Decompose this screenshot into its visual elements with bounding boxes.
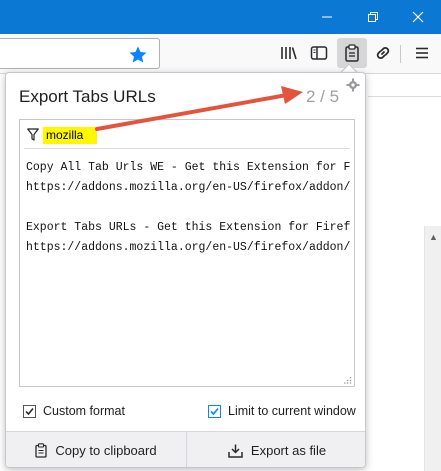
clipboard-icon <box>35 443 48 458</box>
menu-icon <box>416 47 428 59</box>
toolbar-separator <box>400 45 401 63</box>
checkmark-icon <box>25 407 34 415</box>
link-button[interactable] <box>368 38 398 68</box>
limit-window-label: Limit to current window <box>228 404 356 418</box>
minimize-icon <box>322 16 332 18</box>
filter-input[interactable] <box>43 126 97 144</box>
export-as-file-label: Export as file <box>250 443 327 458</box>
match-counter: 2 / 5 <box>306 87 340 106</box>
limit-window-checkbox[interactable] <box>208 404 221 418</box>
export-as-file-button[interactable]: Export as file <box>186 432 365 467</box>
sidebar-button[interactable] <box>304 38 334 68</box>
checkmark-icon <box>210 407 219 415</box>
minimize-button[interactable] <box>304 0 350 34</box>
extension-clipboard-icon <box>345 44 359 62</box>
link-icon <box>376 47 390 59</box>
page-scrollbar[interactable]: ▲ <box>424 226 441 471</box>
library-button[interactable] <box>274 38 304 68</box>
popup-title: Export Tabs URLs <box>19 87 156 106</box>
popup-footer: Copy to clipboard Export as file <box>6 431 365 467</box>
export-tabs-popup: Export Tabs URLs 2 / 5 Copy All Tab Urls… <box>5 72 366 468</box>
custom-format-option[interactable]: Custom format <box>23 404 125 418</box>
library-icon <box>281 47 297 60</box>
download-icon <box>228 444 243 458</box>
limit-window-option[interactable]: Limit to current window <box>208 404 356 418</box>
restore-icon <box>368 12 378 22</box>
sidebar-icon <box>310 46 328 60</box>
custom-format-checkbox[interactable] <box>23 404 36 418</box>
page-divider <box>368 96 441 97</box>
close-icon <box>412 11 424 23</box>
export-tabs-extension-button[interactable] <box>337 38 367 68</box>
resize-grip-icon[interactable] <box>344 376 352 384</box>
custom-format-label: Custom format <box>43 404 125 418</box>
copy-to-clipboard-button[interactable]: Copy to clipboard <box>6 432 186 467</box>
filter-icon <box>27 128 39 141</box>
copy-to-clipboard-label: Copy to clipboard <box>55 443 157 458</box>
scroll-up-icon[interactable]: ▲ <box>425 232 441 242</box>
star-icon[interactable] <box>128 45 148 65</box>
filter-row <box>27 126 97 144</box>
urls-text[interactable]: Copy All Tab Urls WE - Get this Extensio… <box>26 158 351 258</box>
window-titlebar <box>0 0 441 34</box>
settings-gear-icon[interactable] <box>346 78 360 92</box>
menu-button[interactable] <box>407 38 437 68</box>
filter-divider <box>24 148 350 149</box>
close-window-button[interactable] <box>395 0 441 34</box>
url-bar[interactable] <box>0 38 160 69</box>
urls-output-area[interactable]: Copy All Tab Urls WE - Get this Extensio… <box>19 119 355 387</box>
navigation-toolbar <box>0 34 441 74</box>
restore-button[interactable] <box>350 0 396 34</box>
